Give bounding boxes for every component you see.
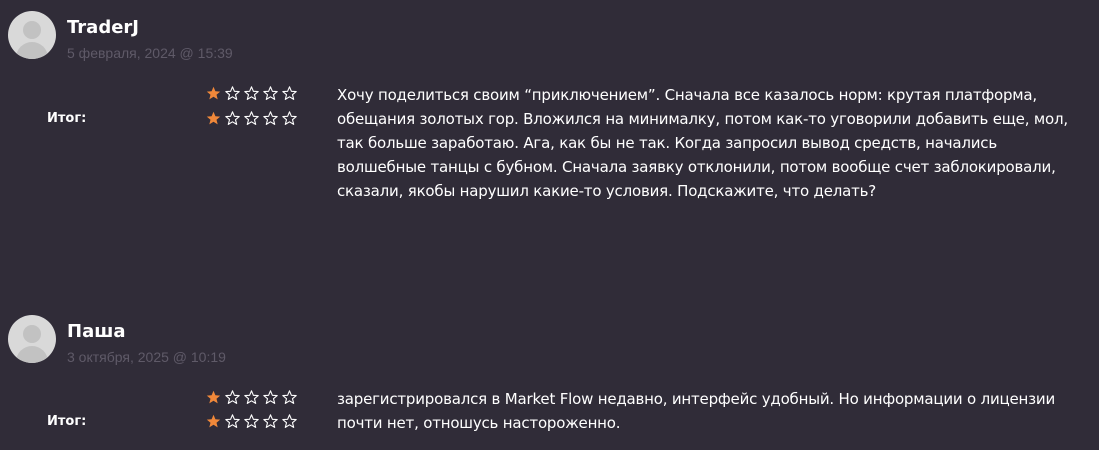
review-author: Паша [67,321,126,342]
star-outline-icon [225,86,240,100]
rating-stars [206,111,297,129]
star-filled-icon [206,414,221,428]
star-outline-icon [244,390,259,404]
star-filled-icon [206,86,221,100]
review-text: зарегистрировался в Market Flow недавно,… [337,390,1056,432]
star-outline-icon [225,111,240,125]
star-outline-icon [263,111,278,125]
rating-stars [206,86,297,104]
star-outline-icon [244,86,259,100]
star-outline-icon [263,414,278,428]
star-outline-icon [282,414,297,428]
star-outline-icon [282,111,297,125]
review-author: TraderJ [67,17,139,38]
user-avatar-icon [8,315,56,363]
star-outline-icon [225,390,240,404]
star-outline-icon [244,414,259,428]
star-outline-icon [282,390,297,404]
star-outline-icon [263,390,278,404]
total-label: Итог: [47,111,87,126]
star-filled-icon [206,390,221,404]
review-date: 3 октября, 2025 @ 10:19 [67,349,226,365]
star-filled-icon [206,111,221,125]
review-text: Хочу поделиться своим “приключением”. Сн… [337,86,1068,200]
star-outline-icon [263,86,278,100]
review-date: 5 февраля, 2024 @ 15:39 [67,45,233,61]
star-outline-icon [282,86,297,100]
star-outline-icon [244,111,259,125]
rating-stars [206,390,297,408]
user-avatar-icon [8,11,56,59]
total-label: Итог: [47,414,87,429]
rating-stars [206,414,297,432]
star-outline-icon [225,414,240,428]
